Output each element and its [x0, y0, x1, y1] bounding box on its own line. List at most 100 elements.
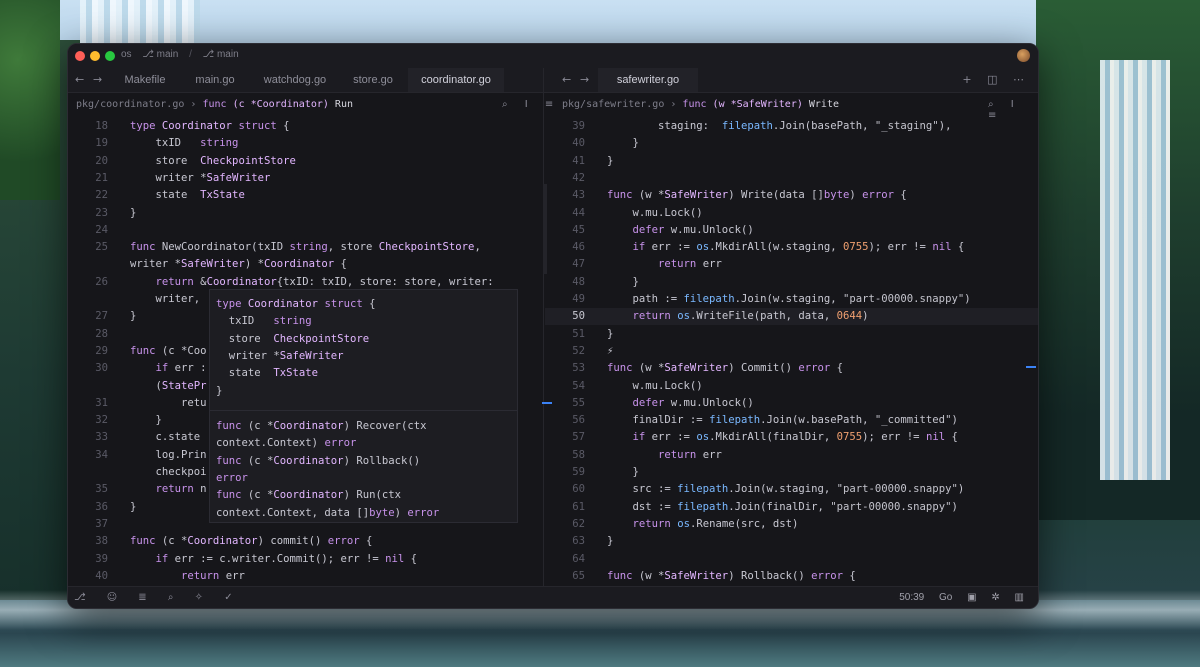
breadcrumb-path[interactable]: pkg/coordinator.go: [76, 99, 184, 110]
right-code-line[interactable]: 44 w.mu.Lock(): [545, 205, 1038, 222]
breadcrumb-symbol[interactable]: Run: [335, 99, 353, 110]
line-number[interactable]: 39: [68, 551, 108, 568]
code-text[interactable]: writer *SafeWriter) *Coordinator {: [130, 258, 347, 270]
line-number[interactable]: 65: [545, 568, 585, 584]
line-number[interactable]: 40: [545, 135, 585, 152]
line-number[interactable]: 41: [545, 153, 585, 170]
left-code-line[interactable]: 22 state TxState: [68, 187, 542, 204]
right-code-line[interactable]: 54 w.mu.Lock(): [545, 378, 1038, 395]
line-number[interactable]: 64: [545, 551, 585, 568]
line-number[interactable]: 25: [68, 239, 108, 256]
line-number[interactable]: 26: [68, 274, 108, 291]
code-text[interactable]: func NewCoordinator(txID string, store C…: [130, 241, 481, 253]
back-arrow-icon-right[interactable]: ←: [562, 73, 571, 86]
avatar[interactable]: [1017, 49, 1030, 62]
code-text[interactable]: finalDir := filepath.Join(w.basePath, "_…: [607, 414, 958, 426]
tab-watchdog-go[interactable]: watchdog.go: [252, 68, 338, 92]
code-text[interactable]: }: [130, 501, 136, 513]
tab-coordinator-go[interactable]: coordinator.go: [408, 68, 504, 92]
code-text[interactable]: }: [607, 155, 613, 167]
code-text[interactable]: }: [130, 310, 136, 322]
breadcrumb-path-right[interactable]: pkg/safewriter.go: [562, 99, 664, 110]
pane-actions-icons[interactable]: + ◫ ⋯: [962, 73, 1030, 86]
breadcrumb-symbol-right[interactable]: Write: [809, 99, 839, 110]
line-number[interactable]: 57: [545, 429, 585, 446]
line-number[interactable]: 30: [68, 360, 108, 377]
status-left-icons[interactable]: ⎇ ☺ ≣ ⌕ ✧ ✓: [74, 592, 242, 603]
left-code-line[interactable]: 24: [68, 222, 542, 239]
line-number[interactable]: 59: [545, 464, 585, 481]
line-number[interactable]: 27: [68, 308, 108, 325]
code-text[interactable]: }: [130, 414, 162, 426]
line-number[interactable]: 40: [68, 568, 108, 584]
line-number[interactable]: 34: [68, 447, 108, 464]
back-arrow-icon[interactable]: ←: [75, 73, 84, 86]
right-code-line[interactable]: 59 }: [545, 464, 1038, 481]
code-text[interactable]: writer *SafeWriter: [130, 172, 271, 184]
code-text[interactable]: writer,: [130, 293, 201, 305]
code-text[interactable]: }: [607, 535, 613, 547]
cursor-position[interactable]: 50:39: [899, 592, 924, 603]
right-code-line[interactable]: 63}: [545, 533, 1038, 550]
left-code-line[interactable]: 39 if err := c.writer.Commit(); err != n…: [68, 551, 542, 568]
line-number[interactable]: 33: [68, 429, 108, 446]
forward-arrow-icon[interactable]: →: [93, 73, 102, 86]
line-number[interactable]: 52: [545, 343, 585, 360]
line-number[interactable]: 31: [68, 395, 108, 412]
code-text[interactable]: store CheckpointStore: [130, 155, 296, 167]
code-text[interactable]: }: [607, 466, 639, 478]
left-code-line[interactable]: 20 store CheckpointStore: [68, 153, 542, 170]
code-text[interactable]: func (c *Coo: [130, 345, 207, 357]
line-number[interactable]: 22: [68, 187, 108, 204]
code-text[interactable]: }: [607, 276, 639, 288]
right-code-line[interactable]: 61 dst := filepath.Join(finalDir, "part-…: [545, 499, 1038, 516]
breadcrumb-tools-icons[interactable]: ⌕ I ≡: [502, 99, 560, 110]
code-text[interactable]: func (w *SafeWriter) Commit() error {: [607, 362, 843, 374]
left-code-line[interactable]: 23}: [68, 205, 542, 222]
repo-name[interactable]: os: [121, 49, 132, 60]
code-text[interactable]: ⚡: [607, 345, 613, 357]
code-text[interactable]: path := filepath.Join(w.staging, "part-0…: [607, 293, 971, 305]
right-code-line[interactable]: 49 path := filepath.Join(w.staging, "par…: [545, 291, 1038, 308]
language-mode[interactable]: Go: [939, 592, 952, 603]
code-text[interactable]: return os.Rename(src, dst): [607, 518, 799, 530]
zoom-window-button[interactable]: [105, 51, 115, 61]
line-number[interactable]: 20: [68, 153, 108, 170]
line-number[interactable]: 53: [545, 360, 585, 377]
line-number[interactable]: 58: [545, 447, 585, 464]
line-number[interactable]: 32: [68, 412, 108, 429]
line-number[interactable]: 39: [545, 118, 585, 135]
line-number[interactable]: 36: [68, 499, 108, 516]
left-code-line[interactable]: 19 txID string: [68, 135, 542, 152]
code-text[interactable]: checkpoi: [130, 466, 207, 478]
right-code-line[interactable]: 39 staging: filepath.Join(basePath, "_st…: [545, 118, 1038, 135]
code-text[interactable]: w.mu.Lock(): [607, 207, 703, 219]
line-number[interactable]: 23: [68, 205, 108, 222]
code-text[interactable]: return err: [130, 570, 245, 582]
code-text[interactable]: defer w.mu.Unlock(): [607, 397, 754, 409]
line-number[interactable]: 45: [545, 222, 585, 239]
right-code-line[interactable]: 55 defer w.mu.Unlock(): [545, 395, 1038, 412]
code-text[interactable]: func (w *SafeWriter) Write(data []byte) …: [607, 189, 907, 201]
code-text[interactable]: if err := os.MkdirAll(finalDir, 0755); e…: [607, 431, 958, 443]
code-text[interactable]: return n: [130, 483, 207, 495]
line-number[interactable]: 18: [68, 118, 108, 135]
line-number[interactable]: 50: [545, 308, 585, 325]
code-text[interactable]: defer w.mu.Unlock(): [607, 224, 754, 236]
line-number[interactable]: 29: [68, 343, 108, 360]
right-code-line[interactable]: 48 }: [545, 274, 1038, 291]
line-number[interactable]: 55: [545, 395, 585, 412]
code-text[interactable]: }: [130, 207, 136, 219]
breadcrumb-right[interactable]: pkg/safewriter.go › func (w *SafeWriter)…: [562, 99, 839, 115]
right-code-line[interactable]: 51}: [545, 326, 1038, 343]
code-text[interactable]: txID string: [130, 137, 239, 149]
right-code-line[interactable]: 65 func (w *SafeWriter) Rollback() error …: [545, 568, 1038, 584]
line-number[interactable]: 43: [545, 187, 585, 204]
line-number[interactable]: 47: [545, 256, 585, 273]
left-code-line[interactable]: 25 func NewCoordinator(txID string, store…: [68, 239, 542, 256]
code-text[interactable]: func (c *Coordinator) commit() error {: [130, 535, 372, 547]
code-text[interactable]: c.state: [130, 431, 201, 443]
status-right-icons[interactable]: ▣ ✲ ▥: [967, 592, 1030, 603]
right-code-line[interactable]: 62 return os.Rename(src, dst): [545, 516, 1038, 533]
right-code-line[interactable]: 46 if err := os.MkdirAll(w.staging, 0755…: [545, 239, 1038, 256]
